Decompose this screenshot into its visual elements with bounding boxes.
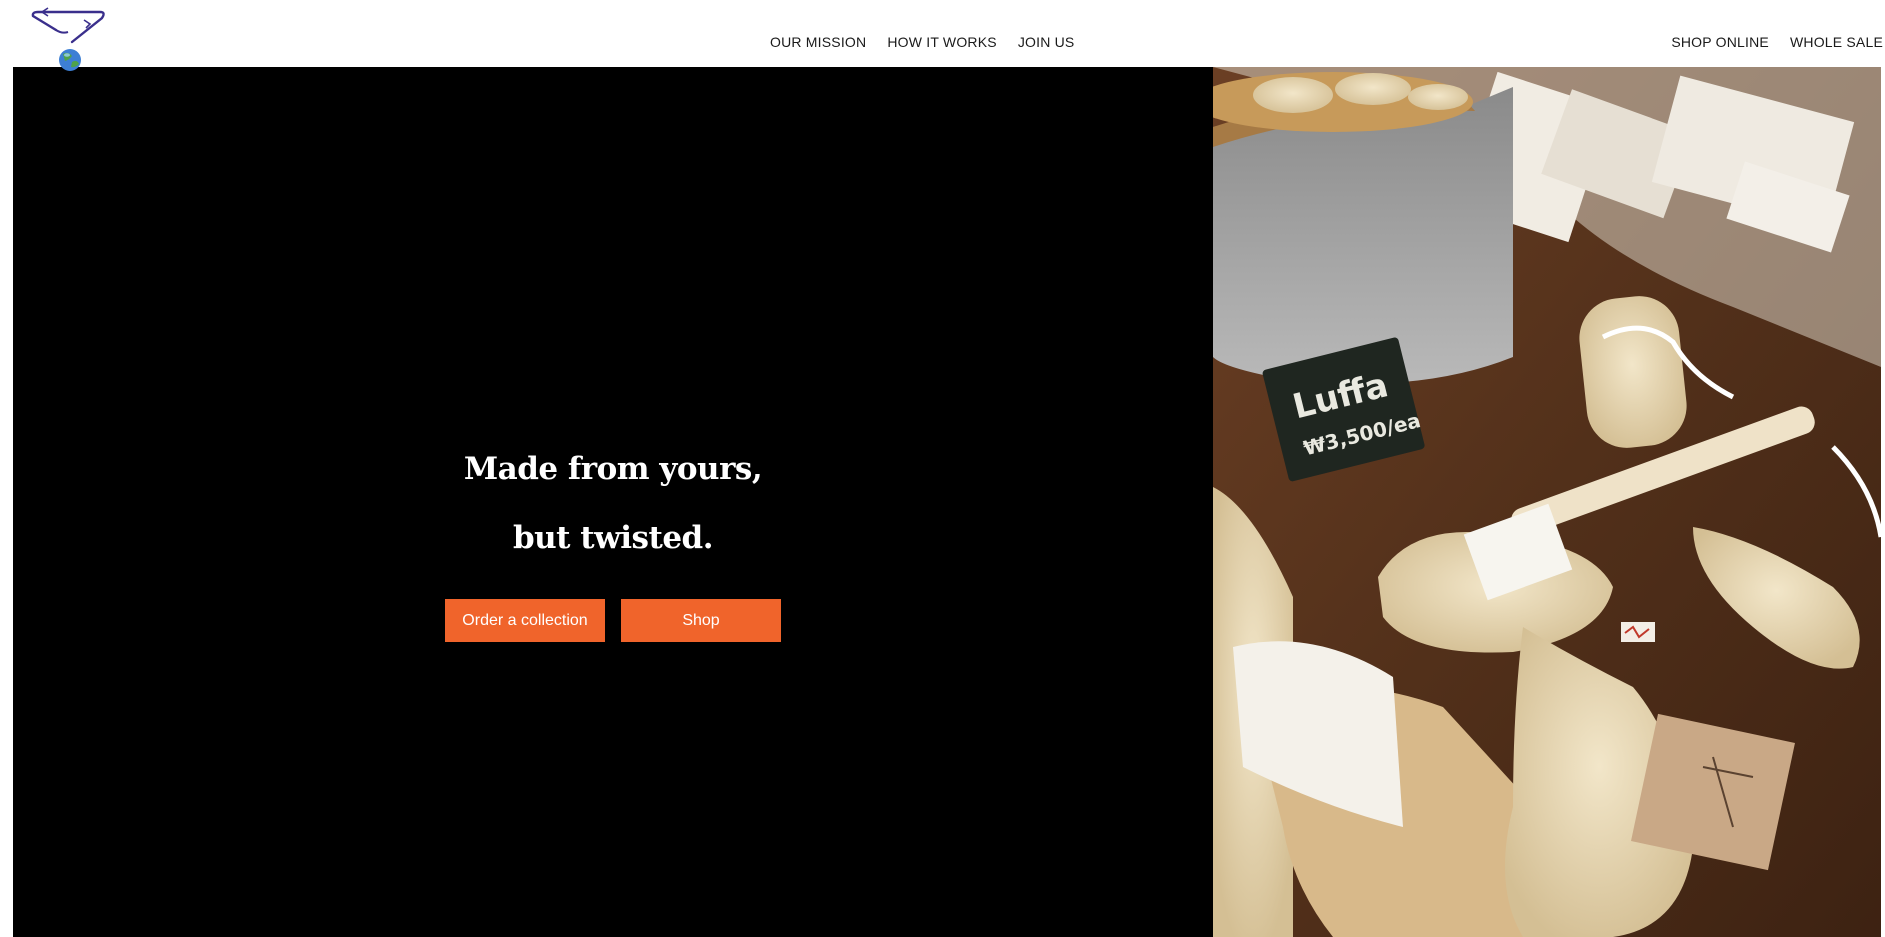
luffa-products-photo-icon: Luffa ₩3,500/ea — [1213, 67, 1881, 937]
nav-our-mission[interactable]: OUR MISSION — [770, 34, 866, 50]
primary-nav: OUR MISSION HOW IT WORKS JOIN US — [770, 34, 1074, 50]
secondary-nav: SHOP ONLINE WHOLE SALE — [1671, 34, 1883, 50]
hanger-globe-logo-icon[interactable] — [28, 4, 110, 76]
shop-button[interactable]: Shop — [621, 599, 781, 642]
site-header: OUR MISSION HOW IT WORKS JOIN US SHOP ON… — [0, 0, 1885, 71]
luffa-products-photo: Luffa ₩3,500/ea — [1213, 67, 1881, 937]
hero-headline-line2: but twisted. — [512, 520, 714, 556]
nav-whole-sale[interactable]: WHOLE SALE — [1790, 34, 1883, 50]
hero-headline-line1: Made from yours, — [463, 451, 763, 487]
nav-join-us[interactable]: JOIN US — [1018, 34, 1075, 50]
nav-shop-online[interactable]: SHOP ONLINE — [1671, 34, 1769, 50]
order-collection-button[interactable]: Order a collection — [445, 599, 605, 642]
hero-panel: Made from yours, but twisted. Order a co… — [13, 67, 1213, 937]
nav-how-it-works[interactable]: HOW IT WORKS — [887, 34, 996, 50]
